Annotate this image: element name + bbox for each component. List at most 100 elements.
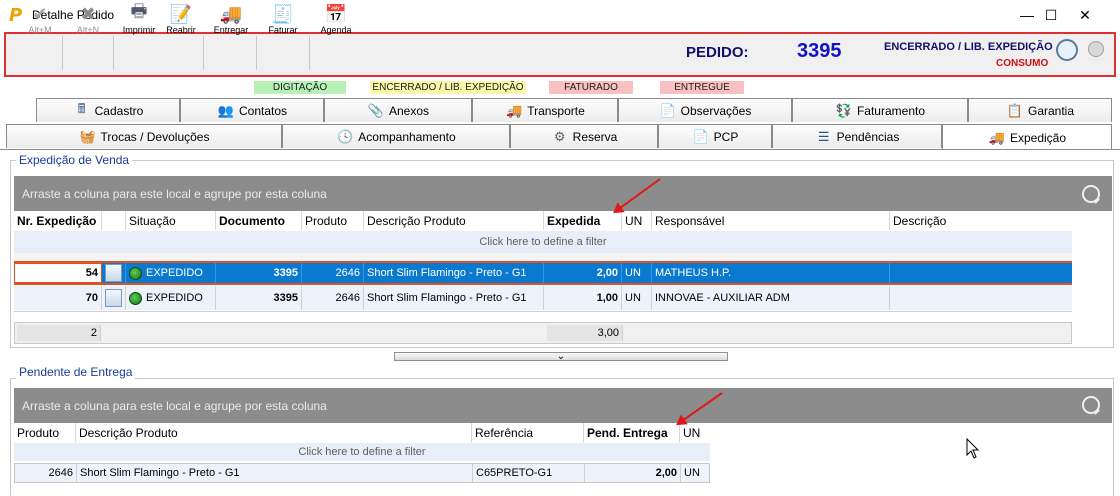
- group-by-panel[interactable]: Arraste a coluna para este local e agrup…: [14, 388, 1112, 423]
- tab-label: Garantia: [1027, 103, 1075, 118]
- toolbar-separator: [203, 36, 204, 70]
- invoice-button[interactable]: 🧾 Faturar: [263, 3, 303, 41]
- expedicao-header-row: Nr. Expedição Situação Documento Produto…: [14, 211, 1112, 231]
- col-un[interactable]: UN: [622, 211, 652, 230]
- toolbar-separator: [113, 36, 114, 70]
- status-ok-icon: [129, 291, 142, 305]
- col-referencia[interactable]: Referência: [472, 423, 584, 442]
- cell-documento: 3395: [216, 263, 302, 283]
- tab-cadastro[interactable]: 🖩 Cadastro: [36, 98, 180, 122]
- cell-descricao: [890, 286, 1070, 310]
- pendente-filter-row[interactable]: Click here to define a filter: [14, 443, 710, 461]
- tab-garantia[interactable]: 📋 Garantia: [968, 98, 1112, 122]
- agenda-button[interactable]: 📅 Agenda: [316, 3, 356, 41]
- stage-encerrado: ENCERRADO / LIB. EXPEDIÇÃO: [370, 81, 526, 94]
- deliver-button[interactable]: 🚚 Entregar: [209, 3, 253, 41]
- print-button[interactable]: 🖶 Imprimir: [119, 1, 159, 41]
- cell-image[interactable]: [102, 263, 126, 283]
- image-viewer-icon[interactable]: [105, 264, 122, 282]
- col-image: [102, 211, 126, 230]
- col-produto[interactable]: Produto: [14, 423, 76, 442]
- notes-icon: 📄: [659, 102, 676, 118]
- cell-situacao: EXPEDIDO: [126, 263, 216, 283]
- footer-total-expedida: 3,00: [547, 325, 623, 341]
- cell-responsavel: MATHEUS H.P.: [652, 263, 890, 283]
- cell-nr-expedicao[interactable]: 70: [14, 286, 102, 310]
- stage-digitacao: DIGITAÇÃO: [254, 81, 346, 94]
- cell-situacao: EXPEDIDO: [126, 286, 216, 310]
- order-status: ENCERRADO / LIB. EXPEDIÇÃO: [884, 41, 1053, 53]
- toolbar-separator: [309, 36, 310, 70]
- col-situacao[interactable]: Situação: [126, 211, 216, 230]
- col-responsavel[interactable]: Responsável: [652, 211, 890, 230]
- splitter-handle[interactable]: ⌄: [394, 351, 728, 361]
- check-icon: ✔: [32, 3, 48, 24]
- col-nr-expedicao[interactable]: Nr. Expedição: [14, 211, 102, 230]
- pedido-number: 3395: [797, 40, 842, 62]
- confirm-button[interactable]: ✔ Alt+M: [22, 3, 58, 41]
- tab-expedicao[interactable]: 🚚 Expedição: [942, 124, 1112, 150]
- cell-image[interactable]: [102, 286, 126, 310]
- tab-trocas-devolucoes[interactable]: 🧺 Trocas / Devoluções: [6, 124, 282, 148]
- cancel-button-label: Alt+N: [76, 25, 100, 35]
- tab-anexos[interactable]: 📎 Anexos: [324, 98, 472, 122]
- cell-descricao-produto: Short Slim Flamingo - Preto - G1: [364, 286, 544, 310]
- tab-acompanhamento[interactable]: 🕓 Acompanhamento: [282, 124, 510, 148]
- pendente-section-title: Pendente de Entrega: [16, 365, 136, 379]
- spacer: [14, 311, 1072, 321]
- image-viewer-icon[interactable]: [105, 289, 122, 307]
- tab-label: Cadastro: [94, 103, 144, 118]
- contacts-icon: 👥: [217, 102, 235, 118]
- tab-label: Pendências: [836, 129, 900, 144]
- stage-entregue: ENTREGUE: [660, 81, 744, 94]
- cell-referencia: C65PRETO-G1: [473, 464, 585, 482]
- tab-contatos[interactable]: 👥 Contatos: [180, 98, 324, 122]
- tab-label: Reserva: [572, 129, 618, 144]
- billing-icon: 💱: [835, 102, 853, 118]
- tab-strip-border: [0, 149, 1120, 150]
- cell-descricao: [890, 263, 1070, 283]
- group-by-panel[interactable]: Arraste a coluna para este local e agrup…: [14, 176, 1112, 211]
- tab-observacoes[interactable]: 📄 Observações: [618, 98, 792, 122]
- expedicao-footer: 2 3,00: [14, 322, 1072, 344]
- situacao-text: EXPEDIDO: [146, 267, 203, 279]
- truck-icon: 🚚: [506, 102, 523, 118]
- pedido-label: PEDIDO:: [686, 44, 749, 61]
- reopen-button-label: Reabrir: [166, 25, 196, 35]
- list-icon: ☰: [817, 128, 830, 144]
- tab-label: Faturamento: [856, 103, 926, 118]
- table-row[interactable]: 70 EXPEDIDO 3395 2646 Short Slim Flaming…: [14, 286, 1072, 310]
- col-documento[interactable]: Documento: [216, 211, 302, 230]
- cell-un: UN: [622, 263, 652, 283]
- tab-faturamento[interactable]: 💱 Faturamento: [792, 98, 968, 122]
- reopen-button[interactable]: 📝 Reabrir: [162, 3, 200, 41]
- cell-nr-expedicao[interactable]: 54: [14, 263, 102, 283]
- tab-pendencias[interactable]: ☰ Pendências: [772, 124, 942, 148]
- x-icon: ✖: [80, 3, 96, 24]
- pendente-header-row: Produto Descrição Produto Referência Pen…: [14, 423, 714, 443]
- col-pend-entrega[interactable]: Pend. Entrega: [584, 423, 680, 442]
- table-row[interactable]: 2646 Short Slim Flamingo - Preto - G1 C6…: [14, 463, 710, 483]
- tab-reserva[interactable]: ⚙ Reserva: [510, 124, 658, 148]
- col-descricao-produto[interactable]: Descrição Produto: [364, 211, 544, 230]
- toolbar-separator: [62, 36, 63, 70]
- col-produto[interactable]: Produto: [302, 211, 364, 230]
- clock-icon[interactable]: [1056, 39, 1078, 61]
- col-descricao-produto[interactable]: Descrição Produto: [76, 423, 472, 442]
- situacao-text: EXPEDIDO: [146, 292, 203, 304]
- cancel-button[interactable]: ✖ Alt+N: [70, 3, 106, 41]
- col-expedida[interactable]: Expedida: [544, 211, 622, 230]
- close-button[interactable]: ✕: [1062, 0, 1108, 30]
- expedicao-filter-row[interactable]: Click here to define a filter: [14, 231, 1072, 253]
- cell-responsavel: INNOVAE - AUXILIAR ADM: [652, 286, 890, 310]
- group-by-hint: Arraste a coluna para este local e agrup…: [22, 398, 327, 413]
- cell-un: UN: [622, 286, 652, 310]
- table-row[interactable]: 54 EXPEDIDO 3395 2646 Short Slim Flaming…: [14, 261, 1072, 285]
- tab-transporte[interactable]: 🚚 Transporte: [472, 98, 618, 122]
- tab-pcp[interactable]: 📄 PCP: [658, 124, 772, 148]
- cell-pend-entrega: 2,00: [585, 464, 681, 482]
- document-icon: 📄: [692, 128, 709, 144]
- tab-label: Contatos: [238, 103, 288, 118]
- col-descricao[interactable]: Descrição: [890, 211, 1070, 230]
- expedicao-section-title: Expedição de Venda: [16, 153, 133, 167]
